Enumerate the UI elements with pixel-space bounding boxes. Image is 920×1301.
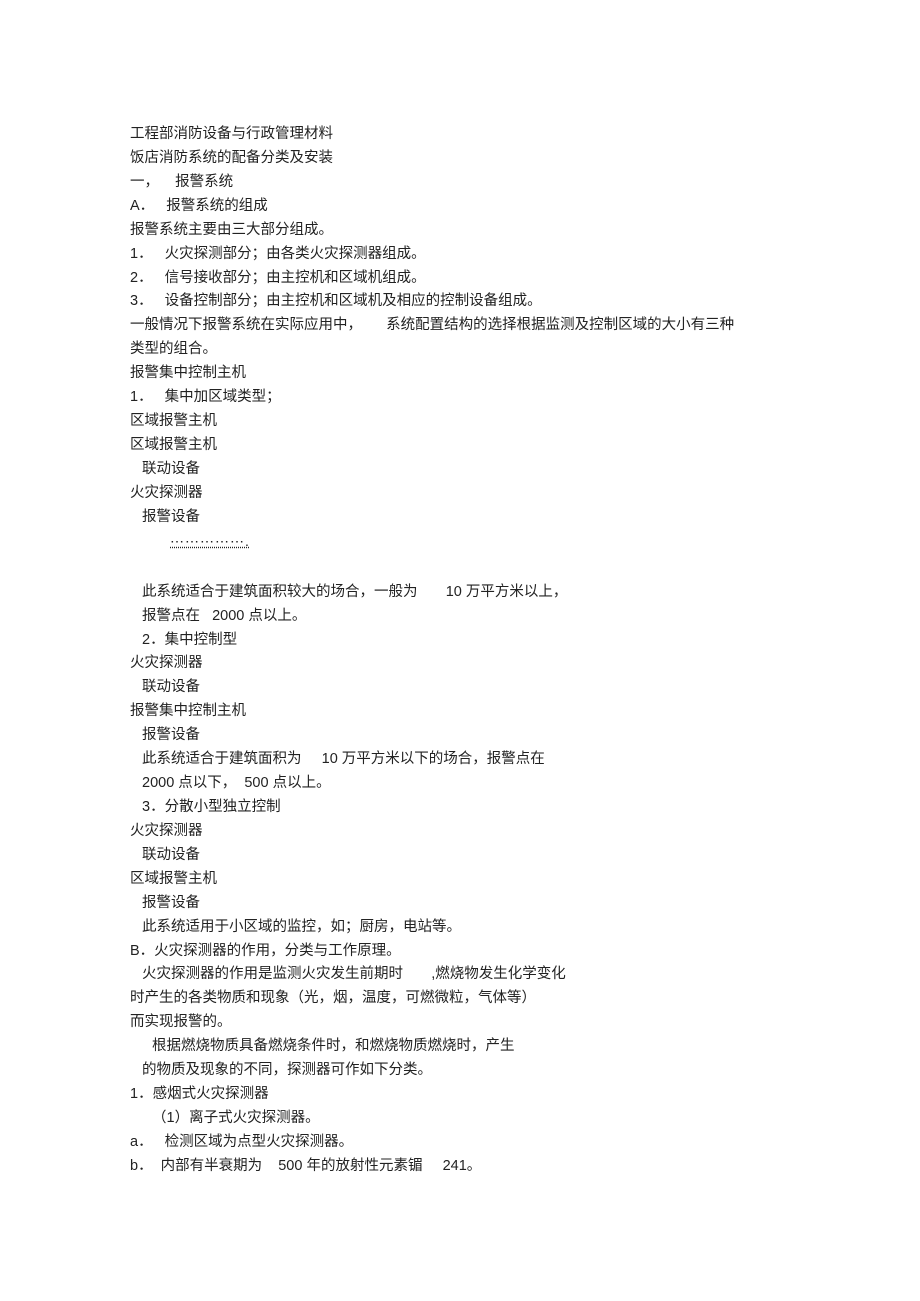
text-line: 2000 点以下， 500 点以上。 — [130, 772, 790, 796]
text-line: 根据燃烧物质具备燃烧条件时，和燃烧物质燃烧时，产生 — [130, 1035, 790, 1059]
text-line: 的物质及现象的不同，探测器可作如下分类。 — [130, 1059, 790, 1083]
text-line: 饭店消防系统的配备分类及安装 — [130, 147, 790, 171]
text-line: 区域报警主机 — [130, 868, 790, 892]
text-line: ⋯⋯⋯⋯⋯. — [130, 530, 250, 553]
document-body: 工程部消防设备与行政管理材料饭店消防系统的配备分类及安装一， 报警系统A． 报警… — [130, 123, 790, 1179]
text-line — [130, 557, 790, 581]
text-line: 报警集中控制主机 — [130, 362, 790, 386]
text-line: 火灾探测器 — [130, 820, 790, 844]
text-line: 一般情况下报警系统在实际应用中， 系统配置结构的选择根据监测及控制区域的大小有三… — [130, 314, 790, 338]
text-line: 工程部消防设备与行政管理材料 — [130, 123, 790, 147]
text-line: 此系统适合于建筑面积为 10 万平方米以下的场合，报警点在 — [130, 748, 790, 772]
text-line: 2． 信号接收部分；由主控机和区域机组成。 — [130, 267, 790, 291]
text-line: 报警设备 — [130, 506, 790, 530]
text-line: 而实现报警的。 — [130, 1011, 790, 1035]
text-line: 1． 火灾探测部分；由各类火灾探测器组成。 — [130, 243, 790, 267]
text-line: 2．集中控制型 — [130, 629, 790, 653]
text-line: 火灾探测器的作用是监测火灾发生前期时 ,燃烧物发生化学变化 — [130, 963, 790, 987]
text-line: 一， 报警系统 — [130, 171, 790, 195]
text-line: 联动设备 — [130, 676, 790, 700]
text-line: 区域报警主机 — [130, 434, 790, 458]
text-line: 类型的组合。 — [130, 338, 790, 362]
text-line: （1）离子式火灾探测器。 — [130, 1107, 790, 1131]
text-line: b． 内部有半衰期为 500 年的放射性元素镅 241。 — [130, 1155, 790, 1179]
text-line: 火灾探测器 — [130, 652, 790, 676]
text-line: a． 检测区域为点型火灾探测器。 — [130, 1131, 790, 1155]
text-line: 联动设备 — [130, 458, 790, 482]
text-line: 3． 设备控制部分；由主控机和区域机及相应的控制设备组成。 — [130, 290, 790, 314]
text-line: 时产生的各类物质和现象（光，烟，温度，可燃微粒，气体等） — [130, 987, 790, 1011]
text-line: A． 报警系统的组成 — [130, 195, 790, 219]
text-line: B．火灾探测器的作用，分类与工作原理。 — [130, 940, 790, 964]
text-line: 此系统适合于建筑面积较大的场合，一般为 10 万平方米以上， — [130, 581, 790, 605]
text-line: 报警设备 — [130, 892, 790, 916]
text-line: 火灾探测器 — [130, 482, 790, 506]
text-line: 1．感烟式火灾探测器 — [130, 1083, 790, 1107]
text-line: 报警集中控制主机 — [130, 700, 790, 724]
text-line: 1． 集中加区域类型； — [130, 386, 790, 410]
text-line: 联动设备 — [130, 844, 790, 868]
text-line: 区域报警主机 — [130, 410, 790, 434]
text-line: 报警系统主要由三大部分组成。 — [130, 219, 790, 243]
text-line: 报警点在 2000 点以上。 — [130, 605, 790, 629]
text-line: 3．分散小型独立控制 — [130, 796, 790, 820]
text-line: 报警设备 — [130, 724, 790, 748]
text-line: 此系统适用于小区域的监控，如；厨房，电站等。 — [130, 916, 790, 940]
